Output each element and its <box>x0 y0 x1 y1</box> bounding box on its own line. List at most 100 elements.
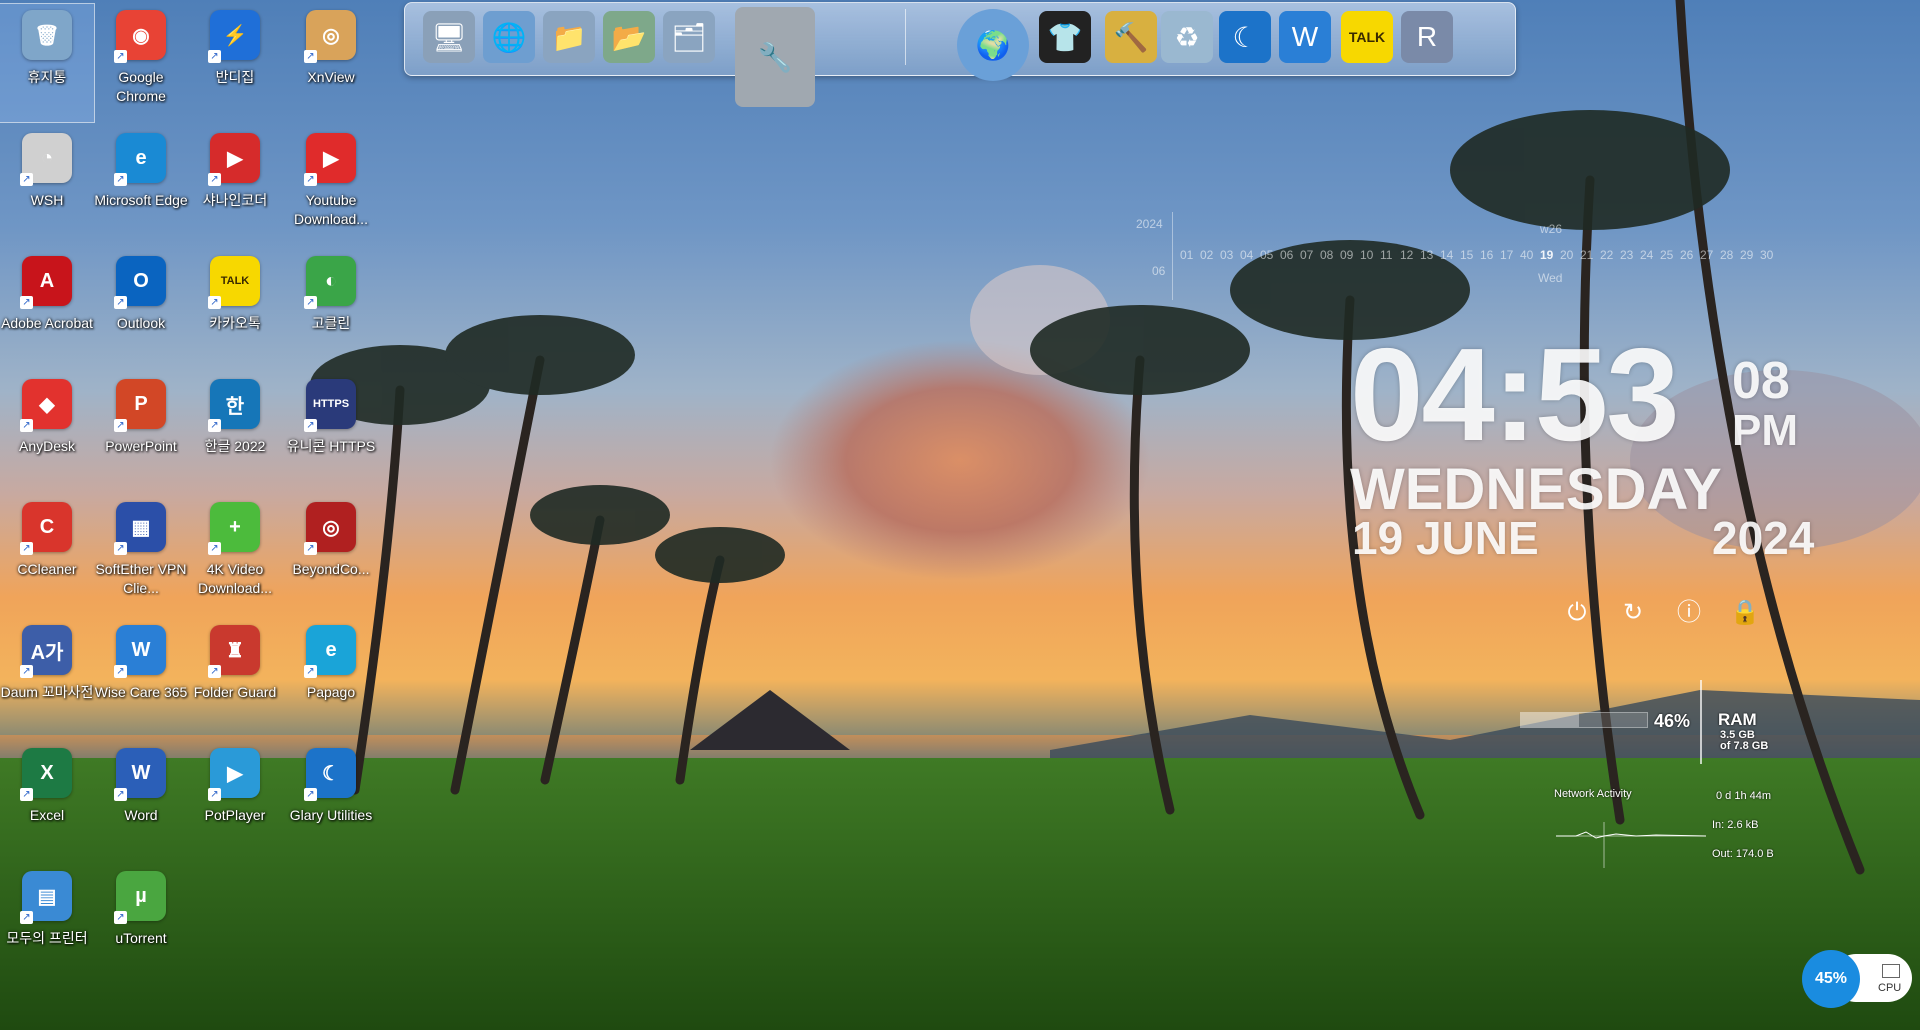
calendar-month: 06 <box>1152 264 1166 278</box>
tshirt-icon[interactable]: 👕 <box>1039 11 1091 63</box>
desktop-icon[interactable]: W ↗ Wise Care 365 <box>94 619 188 737</box>
desktop-icon[interactable]: 🗑 휴지통 <box>0 3 95 123</box>
shortcut-arrow-icon: ↗ <box>114 173 127 186</box>
desktop-icon-label: AnyDesk <box>18 438 76 454</box>
calendar-day: 09 <box>1340 248 1354 262</box>
shortcut-arrow-icon: ↗ <box>304 50 317 63</box>
desktop-icon[interactable]: ◐ ↗ 고클린 <box>284 250 378 368</box>
desktop-icon[interactable]: TALK ↗ 카카오톡 <box>188 250 282 368</box>
calendar-day: 04 <box>1240 248 1254 262</box>
shortcut-arrow-icon: ↗ <box>20 419 33 432</box>
desktop-icon-label: 유니콘 HTTPS <box>286 438 376 454</box>
dock-item-glyph: 🔨 <box>1113 21 1149 53</box>
desktop-icon[interactable]: ▶ ↗ PotPlayer <box>188 742 282 860</box>
dock-item-glyph: 👕 <box>1047 21 1083 53</box>
glary-icon[interactable]: ☾ <box>1219 11 1271 63</box>
app-icon: 🗑 <box>22 10 72 60</box>
shortcut-arrow-icon: ↗ <box>114 788 127 801</box>
desktop-icon-label: 4K Video Download... <box>198 561 272 596</box>
power-icon[interactable]: ⏻ <box>1562 598 1592 628</box>
shortcut-arrow-icon: ↗ <box>20 296 33 309</box>
desktop-icon[interactable]: P ↗ PowerPoint <box>94 373 188 491</box>
desktop-icon-label: 샤나인코더 <box>202 192 268 208</box>
shortcut-arrow-icon: ↗ <box>208 665 221 678</box>
calendar-day: 14 <box>1440 248 1454 262</box>
shortcut-arrow-icon: ↗ <box>304 173 317 186</box>
desktop-icon[interactable]: O ↗ Outlook <box>94 250 188 368</box>
calendar-day: 06 <box>1280 248 1294 262</box>
desktop-icon[interactable]: ◆ ↗ AnyDesk <box>0 373 94 491</box>
calendar-day: 10 <box>1360 248 1374 262</box>
dock-item-glyph: TALK <box>1348 29 1386 45</box>
desktop-icon[interactable]: ♜ ↗ Folder Guard <box>188 619 282 737</box>
calendar-day: 07 <box>1300 248 1314 262</box>
calendar-day: 13 <box>1420 248 1434 262</box>
calendar-day: 15 <box>1460 248 1474 262</box>
network-icon[interactable]: 🌐 <box>483 11 535 63</box>
cpu-percent: 45% <box>1814 970 1848 987</box>
wise-icon[interactable]: W <box>1279 11 1331 63</box>
desktop-icon[interactable]: X ↗ Excel <box>0 742 94 860</box>
desktop-icon-label: Adobe Acrobat <box>1 315 93 331</box>
shortcut-arrow-icon: ↗ <box>304 419 317 432</box>
ram-bar-fill <box>1521 713 1579 727</box>
desktop-icon-label: Papago <box>306 684 356 700</box>
shortcut-arrow-icon: ↗ <box>304 788 317 801</box>
desktop-icon[interactable]: e ↗ Papago <box>284 619 378 737</box>
globe-icon[interactable]: 🌍 <box>957 9 1029 81</box>
desktop-icon[interactable]: + ↗ 4K Video Download... <box>188 496 282 614</box>
shortcut-arrow-icon: ↗ <box>114 542 127 555</box>
desktop-icon[interactable]: ◉ ↗ Google Chrome <box>94 4 188 122</box>
registry-icon[interactable]: R <box>1401 11 1453 63</box>
desktop-icon[interactable]: A가 ↗ Daum 꼬마사전 <box>0 619 94 737</box>
desktop-icon[interactable]: C ↗ CCleaner <box>0 496 94 614</box>
desktop-icon[interactable]: W ↗ Word <box>94 742 188 860</box>
network-title: Network Activity <box>1554 788 1632 800</box>
restart-icon[interactable]: ↻ <box>1618 598 1648 628</box>
desktop-icon[interactable]: ▤ ↗ 모두의 프린터 <box>0 865 94 983</box>
dock-item-glyph: 🖥 <box>431 21 467 53</box>
desktop-icon[interactable]: 한 ↗ 한글 2022 <box>188 373 282 491</box>
desktop-icon[interactable]: e ↗ Microsoft Edge <box>94 127 188 245</box>
lock-icon[interactable]: 🔒 <box>1730 598 1760 628</box>
desktop-icon[interactable]: A ↗ Adobe Acrobat <box>0 250 94 368</box>
tools-icon[interactable]: 🔧 <box>735 7 815 107</box>
folder-icon[interactable]: 📁 <box>543 11 595 63</box>
calendar-day: 20 <box>1560 248 1574 262</box>
calendar-day: 21 <box>1580 248 1594 262</box>
clock-ampm: PM <box>1732 406 1798 455</box>
shortcut-arrow-icon: ↗ <box>114 911 127 924</box>
ram-divider <box>1700 680 1702 764</box>
shortcut-arrow-icon: ↗ <box>304 296 317 309</box>
desktop-icon-label: 모두의 프린터 <box>6 930 88 946</box>
desktop-icon-label: Microsoft Edge <box>94 192 188 208</box>
desktop-icon[interactable]: ◎ ↗ XnView <box>284 4 378 122</box>
desktop-icon[interactable]: ◎ ↗ BeyondCo... <box>284 496 378 614</box>
info-icon[interactable]: ⓘ <box>1674 598 1704 628</box>
calendar-day: 17 <box>1500 248 1514 262</box>
desktop-icon[interactable]: ◔ ↗ WSH <box>0 127 94 245</box>
clock-year: 2024 <box>1712 512 1815 564</box>
desktop-icon-label: PotPlayer <box>204 807 266 823</box>
cpu-chip-icon <box>1882 964 1900 978</box>
desktop-icon[interactable]: ▦ ↗ SoftEther VPN Clie... <box>94 496 188 614</box>
calendar-day: 01 <box>1180 248 1194 262</box>
desktop-icon[interactable]: HTTPS ↗ 유니콘 HTTPS <box>284 373 378 491</box>
recycle-bin-icon[interactable]: ♻ <box>1161 11 1213 63</box>
calendar-day: 19 <box>1540 248 1554 262</box>
computer-icon[interactable]: 🖥 <box>423 11 475 63</box>
hammer-icon[interactable]: 🔨 <box>1105 11 1157 63</box>
ram-bar-track <box>1520 712 1648 728</box>
desktop-icon[interactable]: µ ↗ uTorrent <box>94 865 188 983</box>
calendar-today-name: Wed <box>1538 271 1563 285</box>
desktop-icon[interactable]: ▶ ↗ Youtube Download... <box>284 127 378 245</box>
folder-open-icon[interactable]: 🗂 <box>663 11 715 63</box>
dock-item-glyph: ♻ <box>1174 21 1200 53</box>
desktop-icon[interactable]: ▶ ↗ 샤나인코더 <box>188 127 282 245</box>
folder-green-icon[interactable]: 📂 <box>603 11 655 63</box>
desktop-icon[interactable]: ☾ ↗ Glary Utilities <box>284 742 378 860</box>
kakaotalk-icon[interactable]: TALK <box>1341 11 1393 63</box>
desktop-icon[interactable]: ⚡ ↗ 반디집 <box>188 4 282 122</box>
dock-item-glyph: 📂 <box>611 21 647 53</box>
shortcut-arrow-icon: ↗ <box>208 173 221 186</box>
